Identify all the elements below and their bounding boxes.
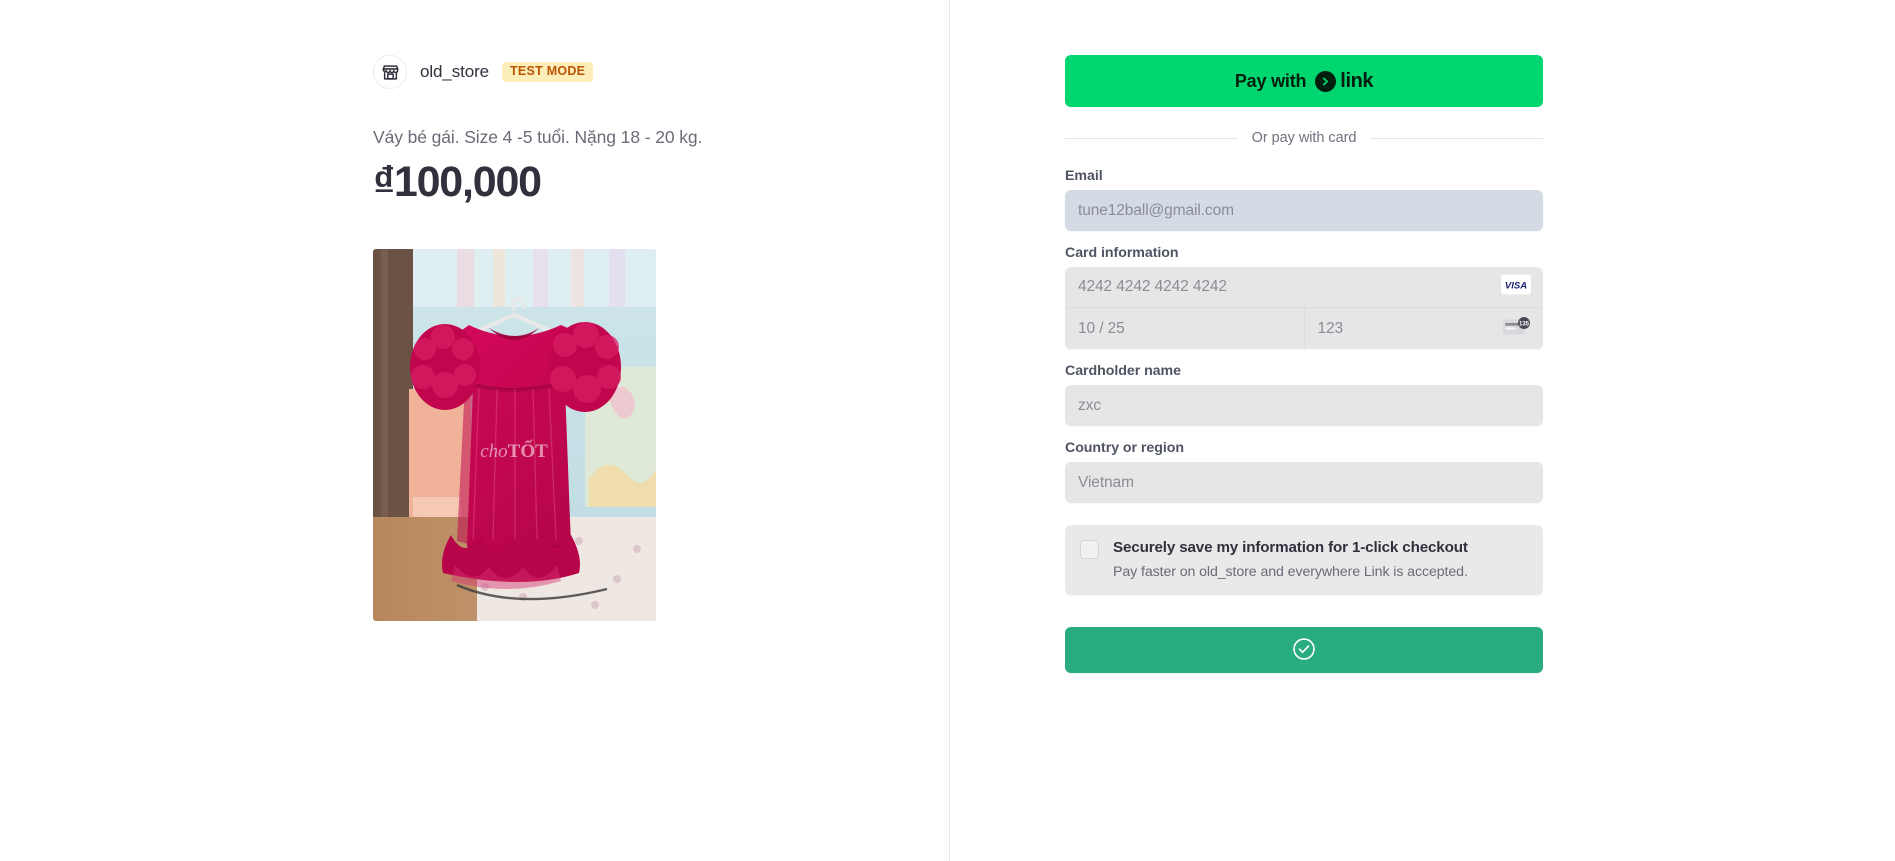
- product-photo-illustration: choTỐT: [373, 249, 656, 622]
- product-price: ₫100,000: [373, 157, 542, 206]
- cardholder-name-label: Cardholder name: [1065, 363, 1181, 379]
- payment-pane: Pay with link Or pay with card Email tun…: [950, 0, 1895, 861]
- save-info-block[interactable]: Securely save my information for 1-click…: [1065, 525, 1543, 596]
- merchant-name: old_store: [420, 62, 490, 81]
- divider-rule-right: [1370, 137, 1544, 139]
- circle-check-icon: [1291, 636, 1317, 665]
- country-region-value: Vietnam: [1078, 473, 1134, 491]
- cardholder-name-value: zxc: [1078, 396, 1101, 414]
- card-cvc-input[interactable]: 123 135: [1305, 308, 1544, 349]
- link-chevron-icon: [1315, 70, 1337, 92]
- save-info-text: Securely save my information for 1-click…: [1113, 538, 1468, 581]
- pay-with-label: Pay with: [1234, 70, 1307, 91]
- cardholder-name-group: Cardholder name zxc: [1065, 363, 1543, 426]
- country-region-label: Country or region: [1065, 440, 1184, 456]
- pay-submit-button[interactable]: [1065, 627, 1543, 674]
- link-wordmark: link: [1340, 69, 1374, 92]
- pay-with-link-button[interactable]: Pay with link: [1065, 55, 1543, 107]
- divider-rule-left: [1065, 137, 1238, 139]
- card-expiry-input[interactable]: 10 / 25: [1065, 308, 1305, 349]
- card-expiry-cvc-row: 10 / 25 123 135: [1065, 308, 1543, 349]
- email-label: Email: [1065, 168, 1103, 184]
- storefront-icon: [373, 55, 407, 89]
- product-image: choTỐT: [373, 249, 656, 622]
- email-value: tune12ball@gmail.com: [1078, 201, 1234, 219]
- card-information-label: Card information: [1065, 245, 1179, 261]
- or-pay-with-card-divider: Or pay with card: [1065, 130, 1544, 146]
- payment-form: Pay with link Or pay with card Email tun…: [1065, 55, 1544, 674]
- email-input[interactable]: tune12ball@gmail.com: [1065, 190, 1543, 231]
- svg-text:135: 135: [1519, 321, 1530, 327]
- country-region-select[interactable]: Vietnam: [1065, 462, 1543, 503]
- order-summary-pane: old_store TEST MODE Váy bé gái. Size 4 -…: [0, 0, 950, 861]
- order-summary-content: old_store TEST MODE Váy bé gái. Size 4 -…: [373, 55, 833, 622]
- checkbox-unchecked-icon[interactable]: [1080, 540, 1099, 559]
- stripe-checkout-page: old_store TEST MODE Váy bé gái. Size 4 -…: [0, 0, 1895, 861]
- card-number-value: 4242 4242 4242 4242: [1078, 278, 1227, 296]
- cvc-card-icon: 135: [1503, 316, 1531, 341]
- card-cvc-value: 123: [1317, 319, 1344, 337]
- svg-text:choTỐT: choTỐT: [480, 440, 548, 462]
- country-region-group: Country or region Vietnam: [1065, 440, 1543, 503]
- link-logo: link: [1315, 69, 1374, 93]
- divider-label: Or pay with card: [1251, 130, 1357, 146]
- svg-text:VISA: VISA: [1505, 281, 1527, 292]
- save-info-title: Securely save my information for 1-click…: [1113, 539, 1468, 556]
- card-number-input[interactable]: 4242 4242 4242 4242 VISA: [1065, 267, 1543, 308]
- save-info-subtitle: Pay faster on old_store and everywhere L…: [1113, 563, 1468, 580]
- test-mode-badge: TEST MODE: [502, 62, 594, 82]
- cardholder-name-input[interactable]: zxc: [1065, 385, 1543, 426]
- merchant-header: old_store TEST MODE: [373, 55, 833, 89]
- email-field-group: Email tune12ball@gmail.com: [1065, 168, 1543, 231]
- card-information-group: Card information 4242 4242 4242 4242 VIS…: [1065, 245, 1543, 349]
- card-expiry-value: 10 / 25: [1078, 319, 1125, 337]
- card-fields-block: 4242 4242 4242 4242 VISA 10 / 25 123 135: [1065, 267, 1543, 349]
- product-description: Váy bé gái. Size 4 -5 tuổi. Nặng 18 - 20…: [373, 127, 703, 147]
- visa-icon: VISA: [1501, 274, 1531, 300]
